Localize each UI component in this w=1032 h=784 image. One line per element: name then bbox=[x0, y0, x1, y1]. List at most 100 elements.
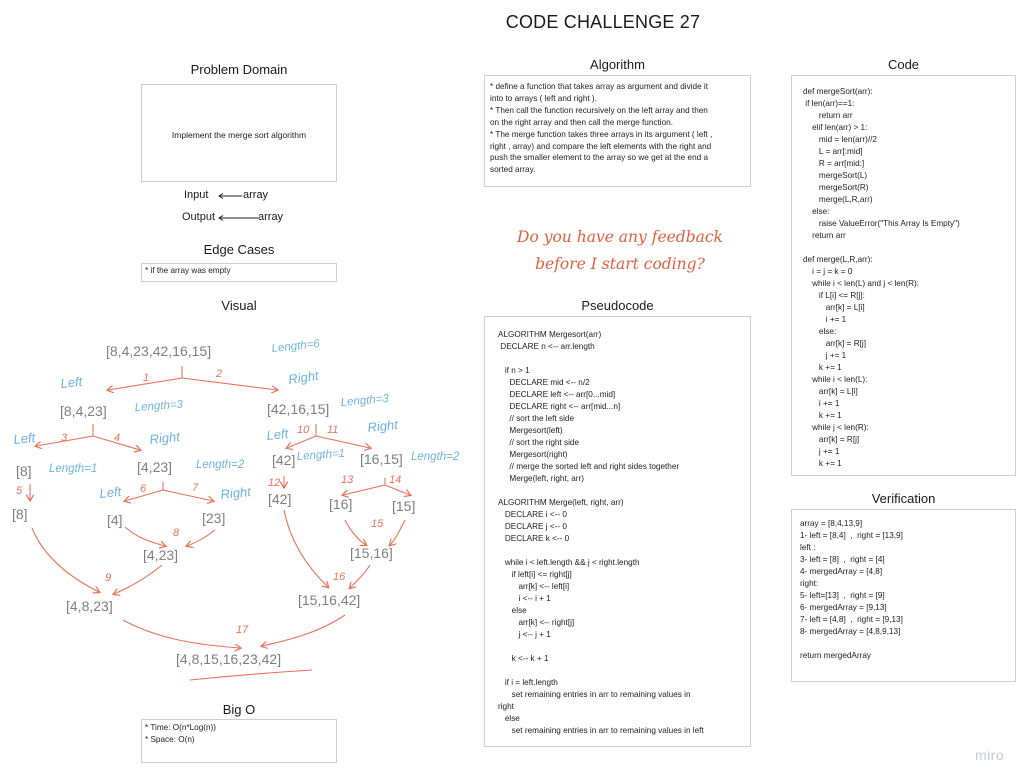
pseudocode-line: DECLARE left <-- arr[0...mid] bbox=[498, 390, 616, 399]
algorithm-heading: Algorithm bbox=[590, 57, 645, 72]
problem-domain-box[interactable]: Implement the merge sort algorithm bbox=[141, 84, 337, 182]
code-line: j += 1 bbox=[803, 447, 840, 456]
verification-line: 3- left = [8] , right = [4] bbox=[800, 555, 885, 564]
pseudocode-line bbox=[498, 641, 704, 653]
pseudocode-line: i <-- i + 1 bbox=[498, 594, 551, 603]
code-line: k += 1 bbox=[803, 411, 842, 420]
code-line: arr[k] = L[i] bbox=[803, 303, 865, 312]
pseudocode-line: if n > 1 bbox=[498, 366, 530, 375]
side-label-left-4: Left bbox=[99, 484, 124, 501]
verification-line: 8- mergedArray = [4,8,9,13] bbox=[800, 627, 901, 636]
code-line: while i < len(L) and j < len(R): bbox=[803, 279, 920, 288]
step-10: 10 bbox=[297, 424, 310, 436]
output-label: Output bbox=[182, 211, 216, 223]
length-note-2: Length=3 bbox=[340, 393, 390, 409]
pseudocode-line: DECLARE i <-- 0 bbox=[498, 510, 567, 519]
feedback-note[interactable]: Do you have any feedback before I start … bbox=[500, 224, 740, 278]
step-11: 11 bbox=[327, 424, 338, 436]
algorithm-line: * The merge function takes three arrays … bbox=[490, 129, 713, 139]
algorithm-lines: * define a function that takes array as … bbox=[490, 81, 712, 176]
verification-heading: Verification bbox=[871, 491, 936, 506]
algorithm-line: right , array) and compare the left elem… bbox=[490, 141, 712, 151]
algorithm-line: * define a function that takes array as … bbox=[490, 82, 709, 91]
code-line: mid = len(arr)//2 bbox=[803, 135, 877, 144]
pseudocode-line: right bbox=[498, 702, 514, 711]
algorithm-box[interactable]: * define a function that takes array as … bbox=[484, 75, 751, 187]
edge-cases-box[interactable]: * if the array was empty bbox=[141, 263, 337, 282]
pseudocode-line: set remaining entries in arr to remainin… bbox=[498, 726, 704, 735]
code-line: raise ValueError("This Array Is Empty") bbox=[803, 219, 960, 228]
pseudocode-line: j <-- j + 1 bbox=[498, 630, 551, 639]
pseudocode-lines: ALGORITHM Mergesort(arr) DECLARE n <-- a… bbox=[498, 329, 704, 737]
step-6: 6 bbox=[140, 483, 147, 495]
verification-line: array = [8,4,13,9] bbox=[800, 519, 863, 528]
code-line: while j < len(R): bbox=[803, 423, 869, 432]
code-line: while i < len(L): bbox=[803, 375, 868, 384]
pseudocode-line: if i = left.length bbox=[498, 678, 558, 687]
code-line: arr[k] = R[j] bbox=[803, 435, 860, 444]
step-1: 1 bbox=[143, 372, 149, 384]
node-15: [4,8,23] bbox=[66, 598, 113, 614]
code-line: merge(L,R,arr) bbox=[803, 195, 873, 204]
page-title: CODE CHALLENGE 27 bbox=[505, 12, 701, 32]
code-line: else: bbox=[803, 207, 830, 216]
miro-watermark: miro bbox=[975, 747, 1005, 763]
code-line: return arr bbox=[803, 111, 853, 120]
problem-domain-heading: Problem Domain bbox=[190, 62, 288, 77]
length-note-5: Length=1 bbox=[296, 448, 345, 463]
edge-cases-heading: Edge Cases bbox=[203, 242, 275, 257]
code-heading: Code bbox=[887, 57, 920, 72]
algorithm-line: on the right array and then call the mer… bbox=[490, 117, 673, 127]
code-line: k += 1 bbox=[803, 363, 842, 372]
node-16: [15,16,42] bbox=[298, 592, 360, 608]
node-9: [23] bbox=[202, 510, 225, 526]
pseudocode-line: Merge(left, right, arr) bbox=[498, 474, 584, 483]
big-o-box[interactable]: * Time: O(n*Log(n)) * Space: O(n) bbox=[141, 719, 337, 763]
verification-box[interactable]: array = [8,4,13,9] 1- left = [8,4] , righ… bbox=[791, 509, 1016, 682]
node-3: [8] bbox=[16, 463, 32, 479]
code-line: i += 1 bbox=[803, 315, 847, 324]
code-line: if len(arr)==1: bbox=[803, 99, 855, 108]
big-o-line: * Time: O(n*Log(n)) bbox=[145, 723, 216, 732]
step-12: 12 bbox=[268, 477, 280, 489]
pseudocode-line: // merge the sorted left and right sides… bbox=[498, 462, 680, 471]
node-0: [8,4,23,42,16,15] bbox=[106, 343, 211, 359]
node-4: [4,23] bbox=[137, 459, 172, 475]
length-note-0: Length=6 bbox=[271, 338, 321, 355]
node-12: [15] bbox=[392, 498, 415, 514]
pseudocode-box[interactable]: ALGORITHM Mergesort(arr) DECLARE n <-- a… bbox=[484, 316, 751, 747]
code-line: if L[i] <= R[j]: bbox=[803, 291, 865, 300]
pseudocode-line bbox=[498, 665, 704, 677]
pseudocode-line: ALGORITHM Merge(left, right, arr) bbox=[498, 498, 624, 507]
pseudocode-line: ALGORITHM Mergesort(arr) bbox=[498, 330, 602, 339]
pseudocode-line bbox=[498, 353, 704, 365]
length-note-6: Length=2 bbox=[411, 451, 460, 463]
pseudocode-line: Mergesort(right) bbox=[498, 450, 568, 459]
code-line: else: bbox=[803, 327, 837, 336]
big-o-line: * Space: O(n) bbox=[145, 735, 195, 744]
verification-line: return mergedArray bbox=[800, 651, 871, 660]
side-label-right-1: Right bbox=[287, 368, 321, 387]
code-box[interactable]: def mergeSort(arr): if len(arr)==1: retu… bbox=[791, 75, 1016, 476]
code-line: k += 1 bbox=[803, 459, 842, 468]
step-15: 15 bbox=[371, 518, 384, 530]
code-line: return arr bbox=[803, 231, 846, 240]
node-11: [16] bbox=[329, 496, 352, 512]
code-line: j += 1 bbox=[803, 351, 847, 360]
algorithm-line: * Then call the function recursively on … bbox=[490, 105, 708, 115]
feedback-line-2: before I start coding? bbox=[535, 255, 705, 273]
pseudocode-line: DECLARE j <-- 0 bbox=[498, 522, 567, 531]
algorithm-line: push the smaller element to the array so… bbox=[490, 153, 709, 163]
code-line: i = j = k = 0 bbox=[803, 267, 853, 276]
pseudocode-line: DECLARE k <-- 0 bbox=[498, 534, 570, 543]
code-line: i += 1 bbox=[803, 399, 840, 408]
pseudocode-line: while i < left.length && j < right.lengt… bbox=[498, 558, 640, 567]
output-value: array bbox=[258, 211, 284, 223]
node-1: [8,4,23] bbox=[60, 403, 107, 419]
length-note-4: Length=2 bbox=[196, 459, 245, 471]
step-8: 8 bbox=[173, 527, 180, 539]
problem-domain-text: Implement the merge sort algorithm bbox=[171, 130, 307, 140]
pseudocode-line bbox=[498, 545, 704, 557]
step-7: 7 bbox=[192, 482, 199, 494]
